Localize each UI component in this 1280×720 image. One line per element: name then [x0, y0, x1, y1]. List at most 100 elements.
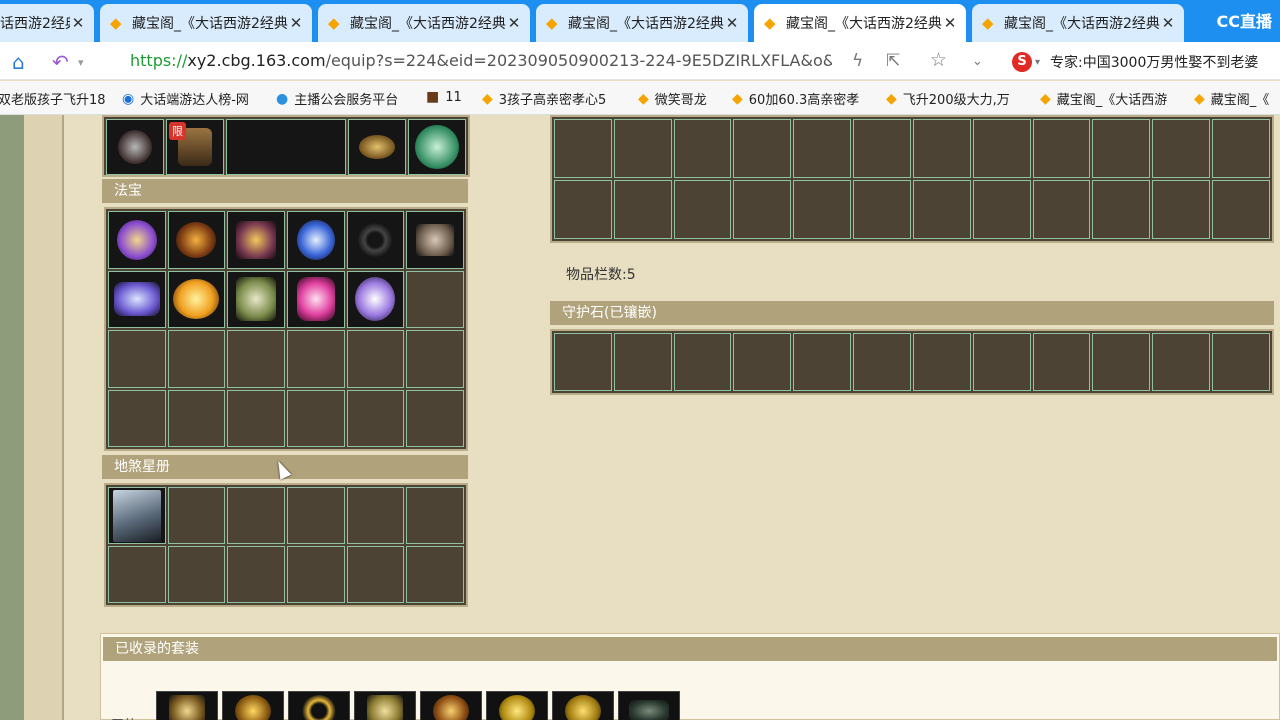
undo-icon[interactable]: ↶ [52, 50, 69, 74]
inventory-slot[interactable] [853, 180, 911, 239]
guard-stone-slot[interactable] [793, 333, 852, 391]
inventory-slot[interactable] [912, 180, 971, 239]
inventory-slot[interactable] [1092, 119, 1151, 178]
disha-slot-empty[interactable] [346, 546, 405, 603]
suit-item[interactable] [420, 691, 482, 720]
bookmark-item[interactable]: ◉ 大话端游达人榜-网 [122, 89, 262, 109]
inventory-slot[interactable] [673, 180, 732, 239]
inventory-slot[interactable] [912, 119, 971, 178]
guard-stone-slot[interactable] [912, 333, 971, 391]
disha-slot-empty[interactable] [287, 487, 345, 544]
fabao-slot-empty[interactable] [108, 389, 166, 447]
close-icon[interactable]: ✕ [506, 14, 522, 32]
bookmark-item[interactable]: ◆ 60加60.3高亲密孝 [732, 89, 872, 109]
inventory-slot[interactable] [793, 180, 852, 239]
fabao-slot-empty[interactable] [406, 389, 464, 447]
guard-stone-slot[interactable] [673, 333, 732, 391]
guard-stone-slot[interactable] [554, 333, 612, 391]
disha-slot-empty[interactable] [406, 487, 464, 544]
fabao-slot[interactable] [287, 211, 345, 269]
home-icon[interactable]: ⌂ [12, 50, 25, 74]
inventory-slot[interactable] [853, 119, 911, 178]
fabao-slot[interactable] [346, 270, 405, 328]
inventory-slot[interactable] [554, 180, 612, 239]
guard-stone-slot[interactable] [1212, 333, 1270, 391]
suit-item[interactable] [288, 691, 350, 720]
tab[interactable]: ◆ 藏宝阁_《大话西游2经典 ✕ [972, 4, 1184, 42]
disha-slot-empty[interactable] [227, 487, 285, 544]
inventory-slot[interactable] [673, 119, 732, 178]
bookmark-item[interactable]: ◆ 藏宝阁_《 [1194, 89, 1280, 109]
guard-stone-slot[interactable] [1092, 333, 1151, 391]
fabao-slot-empty[interactable] [227, 389, 285, 447]
close-icon[interactable]: ✕ [724, 14, 740, 32]
disha-slot-empty[interactable] [346, 487, 405, 544]
suit-item[interactable] [156, 691, 218, 720]
search-engine-icon[interactable]: S [1012, 52, 1032, 72]
inventory-slot[interactable] [554, 119, 612, 178]
equipment-slot[interactable] [106, 119, 164, 175]
guard-stone-slot[interactable] [733, 333, 792, 391]
bookmark-item[interactable]: ◆ 藏宝阁_《大话西游 [1040, 89, 1180, 109]
fabao-slot-empty[interactable] [406, 330, 464, 388]
inventory-slot[interactable] [972, 180, 1031, 239]
bookmark-item[interactable]: 双老版孩子飞升18 [0, 89, 106, 108]
bookmark-item[interactable]: ● 主播公会服务平台 [276, 89, 416, 109]
fabao-slot-empty[interactable] [227, 330, 285, 388]
guard-stone-slot[interactable] [1152, 333, 1211, 391]
equipment-slot[interactable] [348, 119, 406, 175]
bookmark-item[interactable]: ◆ 3孩子高亲密孝心5 [482, 89, 622, 109]
star-icon[interactable]: ☆ [930, 49, 947, 71]
inventory-slot[interactable] [1212, 119, 1270, 178]
inventory-slot[interactable] [1212, 180, 1270, 239]
disha-slot-empty[interactable] [167, 546, 226, 603]
suit-item[interactable] [486, 691, 548, 720]
fabao-slot[interactable] [108, 270, 166, 328]
inventory-slot[interactable] [972, 119, 1031, 178]
fabao-slot-empty[interactable] [287, 330, 345, 388]
guard-stone-slot[interactable] [853, 333, 911, 391]
fabao-slot-empty[interactable] [406, 270, 464, 328]
inventory-slot[interactable] [733, 119, 792, 178]
bookmark-item[interactable]: ◆ 微笑哥龙 [638, 89, 722, 109]
bookmark-item[interactable]: ■ 11 [426, 89, 470, 105]
fabao-slot-empty[interactable] [287, 389, 345, 447]
inventory-slot[interactable] [1032, 180, 1091, 239]
fabao-slot[interactable] [167, 211, 226, 269]
inventory-slot[interactable] [793, 119, 852, 178]
fabao-slot-empty[interactable] [346, 389, 405, 447]
tab-active[interactable]: ◆ 藏宝阁_《大话西游2经典 ✕ [754, 4, 966, 42]
fabao-slot-empty[interactable] [167, 330, 226, 388]
guard-stone-slot[interactable] [972, 333, 1031, 391]
fabao-slot[interactable] [227, 211, 285, 269]
fabao-slot[interactable] [406, 211, 464, 269]
equipment-slot[interactable] [226, 119, 346, 175]
brand-logo[interactable]: CC直播 [1217, 8, 1273, 32]
fabao-slot-empty[interactable] [167, 389, 226, 447]
tab[interactable]: 话西游2经典 ✕ [0, 4, 94, 42]
disha-slot-empty[interactable] [108, 546, 166, 603]
url-field[interactable]: https://xy2.cbg.163.com/equip?s=224&eid=… [130, 51, 832, 70]
disha-slot-empty[interactable] [406, 546, 464, 603]
bookmark-item[interactable]: ◆ 飞升200级大力,万 [886, 89, 1028, 109]
disha-slot-empty[interactable] [167, 487, 226, 544]
disha-slot[interactable] [108, 487, 166, 544]
fabao-slot[interactable] [167, 270, 226, 328]
chevron-down-icon[interactable]: ▾ [78, 56, 84, 69]
fabao-slot[interactable] [108, 211, 166, 269]
guard-stone-slot[interactable] [613, 333, 672, 391]
fabao-slot-empty[interactable] [108, 330, 166, 388]
inventory-slot[interactable] [613, 119, 672, 178]
tab[interactable]: ◆ 藏宝阁_《大话西游2经典 ✕ [318, 4, 530, 42]
disha-slot-empty[interactable] [227, 546, 285, 603]
suit-item[interactable] [222, 691, 284, 720]
suit-item[interactable] [552, 691, 614, 720]
fabao-slot[interactable] [287, 270, 345, 328]
fabao-slot-empty[interactable] [346, 330, 405, 388]
equipment-slot[interactable]: 限 [166, 119, 224, 175]
inventory-slot[interactable] [613, 180, 672, 239]
inventory-slot[interactable] [1152, 180, 1211, 239]
chevron-down-icon[interactable]: ⌄ [972, 54, 983, 69]
disha-slot-empty[interactable] [287, 546, 345, 603]
tab[interactable]: ◆ 藏宝阁_《大话西游2经典 ✕ [100, 4, 312, 42]
